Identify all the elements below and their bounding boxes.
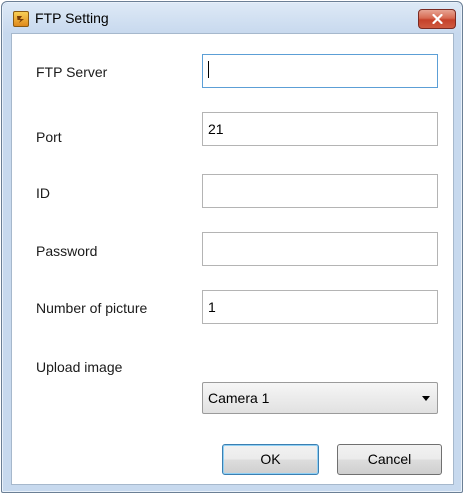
chevron-down-icon	[422, 396, 430, 401]
password-input[interactable]	[202, 232, 438, 266]
ok-button[interactable]: OK	[222, 444, 319, 475]
dialog-content: FTP Server Port ID Password Number of pi…	[11, 33, 454, 485]
title-bar[interactable]: FTP Setting	[3, 3, 461, 33]
port-label: Port	[36, 129, 62, 145]
dialog-title: FTP Setting	[35, 10, 109, 26]
close-button[interactable]	[418, 9, 456, 29]
id-input[interactable]	[202, 174, 438, 208]
ftp-server-input[interactable]	[202, 54, 438, 88]
upload-image-label: Upload image	[36, 359, 123, 375]
port-input[interactable]	[202, 112, 438, 146]
cancel-button[interactable]: Cancel	[337, 444, 442, 475]
number-of-picture-input[interactable]	[202, 290, 438, 324]
upload-image-selected-value: Camera 1	[208, 390, 270, 406]
password-label: Password	[36, 243, 98, 259]
close-icon	[432, 14, 443, 24]
upload-image-select[interactable]: Camera 1	[202, 382, 438, 414]
ftp-setting-dialog: FTP Setting FTP Server Port ID Password …	[1, 1, 463, 493]
number-of-picture-label: Number of picture	[36, 300, 148, 316]
ftp-server-label: FTP Server	[36, 64, 108, 80]
app-icon	[13, 11, 29, 27]
text-caret	[208, 61, 209, 78]
id-label: ID	[36, 185, 50, 201]
